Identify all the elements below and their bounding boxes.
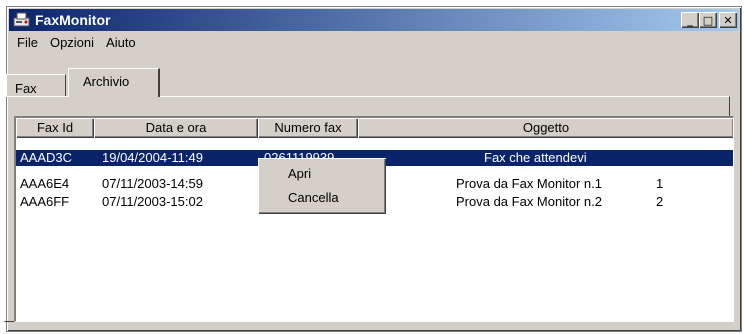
tab-fax[interactable]: Fax — [6, 74, 66, 96]
tab-archive[interactable]: Archivio — [68, 68, 160, 97]
column-header-fax-id[interactable]: Fax Id — [16, 118, 94, 138]
close-button[interactable]: ✕ — [719, 12, 737, 28]
window-title: FaxMonitor — [35, 12, 111, 28]
menu-help[interactable]: Aiuto — [100, 33, 142, 53]
fax-list[interactable]: Fax Id Data e ora Numero fax Oggetto AAA… — [14, 116, 734, 322]
menu-file[interactable]: File — [11, 33, 44, 53]
cell-subject: Fax che attendevi — [484, 150, 587, 165]
cell-extra: 2 — [656, 194, 664, 209]
cell-fax-id: AAA6FF — [20, 194, 70, 209]
context-menu-open[interactable]: Apri — [288, 166, 311, 181]
fax-app-icon[interactable] — [13, 12, 31, 28]
list-header: Fax Id Data e ora Numero fax Oggetto — [16, 118, 733, 138]
cell-subject: Prova da Fax Monitor n.1 — [456, 176, 602, 191]
cell-extra: 1 — [656, 176, 664, 191]
cell-fax-id: AAA6E4 — [20, 176, 70, 191]
cell-datetime: 07/11/2003-14:59 — [102, 176, 203, 191]
maximize-button[interactable]: □ — [699, 12, 717, 28]
column-header-number[interactable]: Numero fax — [258, 118, 358, 138]
column-header-datetime[interactable]: Data e ora — [94, 118, 258, 138]
minimize-button[interactable]: _ — [681, 12, 699, 28]
title-bar[interactable]: FaxMonitor _ □ ✕ — [9, 9, 739, 31]
context-menu: Apri Cancella — [258, 158, 386, 214]
cell-subject: Prova da Fax Monitor n.2 — [456, 194, 602, 209]
cell-fax-id: AAAD3C — [20, 150, 73, 165]
cell-datetime: 19/04/2004-11:49 — [102, 150, 203, 165]
cell-datetime: 07/11/2003-15:02 — [102, 194, 203, 209]
column-header-subject[interactable]: Oggetto — [358, 118, 733, 138]
menu-bar: File Opzioni Aiuto — [11, 33, 142, 53]
context-menu-delete[interactable]: Cancella — [288, 190, 339, 205]
menu-options[interactable]: Opzioni — [44, 33, 100, 53]
